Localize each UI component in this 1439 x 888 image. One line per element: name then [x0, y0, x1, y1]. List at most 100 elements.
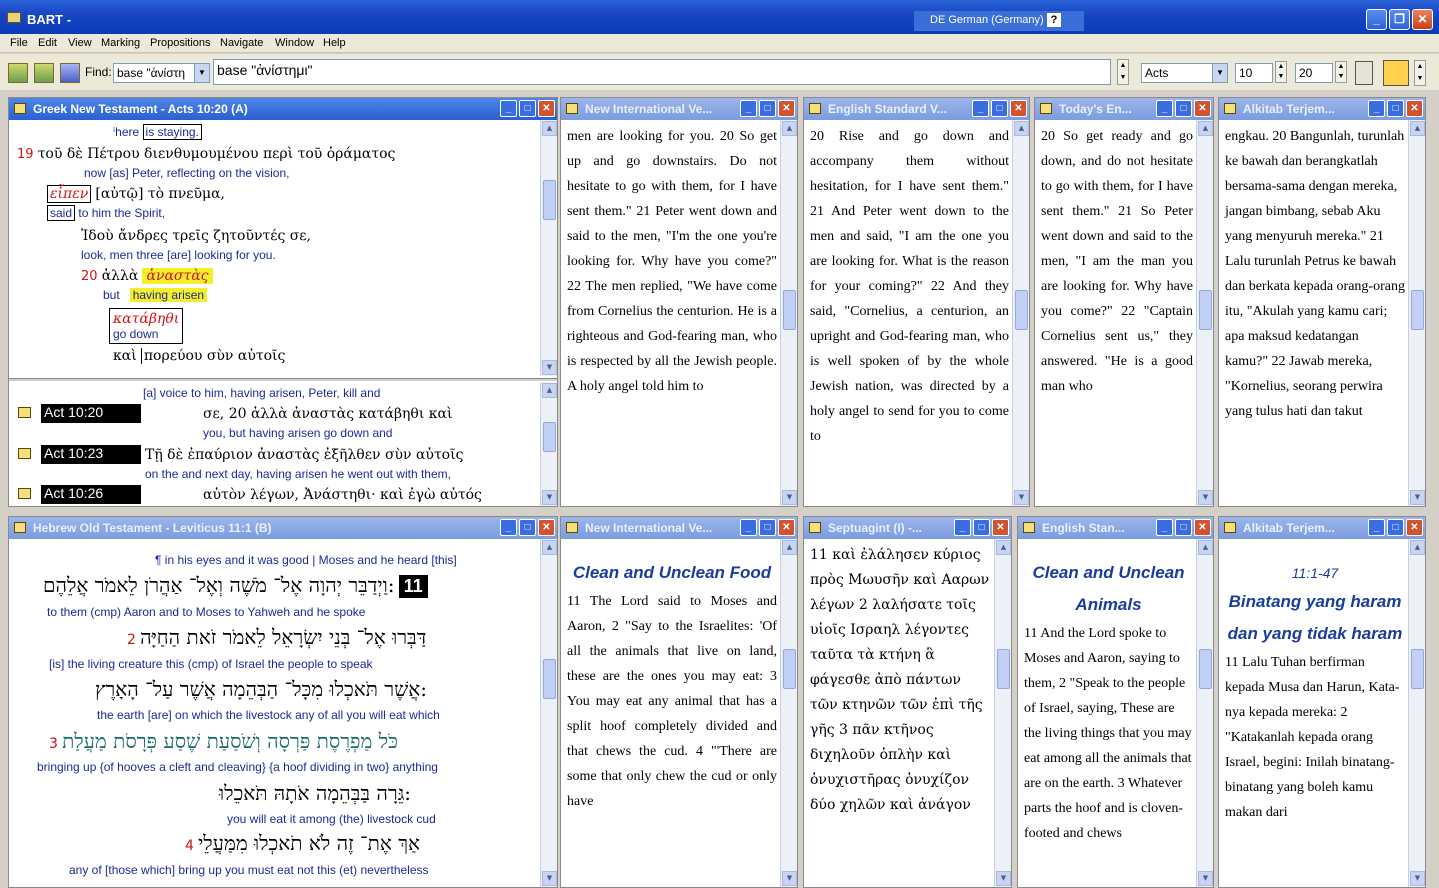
- restore-icon[interactable]: ❐: [1389, 9, 1410, 30]
- close-icon[interactable]: ✕: [778, 519, 795, 536]
- scroll-up-icon[interactable]: ▲: [542, 121, 557, 136]
- verse-input[interactable]: 20: [1295, 63, 1333, 83]
- close-icon[interactable]: ✕: [778, 100, 795, 117]
- help-icon[interactable]: ?: [1047, 13, 1061, 27]
- menu-file[interactable]: File: [10, 37, 28, 49]
- close-icon[interactable]: ✕: [1406, 519, 1423, 536]
- greek-word[interactable]: εἶπεν: [47, 185, 92, 203]
- reference-link[interactable]: Act 10:26: [41, 485, 141, 504]
- scroll-thumb[interactable]: [1015, 290, 1028, 330]
- menu-propositions[interactable]: Propositions: [150, 37, 211, 49]
- maximize-icon[interactable]: □: [759, 100, 776, 117]
- close-icon[interactable]: ✕: [1010, 100, 1027, 117]
- spinner-icon[interactable]: ▲ ▼: [1117, 59, 1129, 85]
- vertical-scrollbar[interactable]: ▲ ▼: [1012, 120, 1029, 506]
- scroll-down-icon[interactable]: ▼: [1410, 490, 1425, 505]
- pane-title-bar[interactable]: New International Ve... _ □ ✕: [561, 517, 797, 539]
- menu-navigate[interactable]: Navigate: [220, 37, 263, 49]
- close-icon[interactable]: ✕: [538, 519, 555, 536]
- scroll-up-icon[interactable]: ▲: [1410, 121, 1425, 136]
- minimize-icon[interactable]: _: [500, 519, 517, 536]
- scroll-thumb[interactable]: [783, 649, 796, 689]
- scroll-down-icon[interactable]: ▼: [996, 871, 1011, 886]
- dropdown-arrow-icon[interactable]: ▼: [194, 64, 209, 82]
- find-input[interactable]: base "ἀνίστημι": [213, 59, 1111, 85]
- highlighted-word[interactable]: ἀναστὰς: [142, 268, 213, 284]
- maximize-icon[interactable]: □: [991, 100, 1008, 117]
- vertical-scrollbar[interactable]: ▲ ▼: [540, 120, 557, 376]
- scroll-thumb[interactable]: [1411, 649, 1424, 689]
- dropdown-arrow-icon[interactable]: ▼: [1212, 64, 1227, 82]
- vertical-scrollbar[interactable]: ▲ ▼: [1196, 120, 1213, 506]
- pane-title-bar[interactable]: Septuagint (I) -... _ □ ✕: [804, 517, 1011, 539]
- scroll-up-icon[interactable]: ▲: [782, 121, 797, 136]
- splitter[interactable]: [9, 378, 557, 381]
- minimize-icon[interactable]: _: [1366, 9, 1387, 30]
- scroll-up-icon[interactable]: ▲: [1410, 540, 1425, 555]
- pane-title-bar[interactable]: Alkitab Terjem... _ □ ✕: [1219, 517, 1425, 539]
- pane-title-bar[interactable]: English Stan... _ □ ✕: [1018, 517, 1213, 539]
- vertical-scrollbar[interactable]: ▲ ▼: [1196, 539, 1213, 887]
- scroll-down-icon[interactable]: ▼: [542, 360, 557, 375]
- vertical-scrollbar[interactable]: ▲ ▼: [994, 539, 1011, 887]
- pane-title-bar[interactable]: Greek New Testament - Acts 10:20 (A) _ □ ✕: [9, 98, 557, 120]
- vertical-scrollbar[interactable]: ▲ ▼: [1408, 539, 1425, 887]
- scroll-thumb[interactable]: [1199, 290, 1212, 330]
- scroll-up-icon[interactable]: ▲: [996, 540, 1011, 555]
- scroll-thumb[interactable]: [543, 180, 556, 220]
- vertical-scrollbar[interactable]: ▲ ▼: [780, 539, 797, 887]
- menu-window[interactable]: Window: [275, 37, 314, 49]
- language-indicator[interactable]: DE German (Germany)?: [914, 11, 1084, 31]
- find-history-combo[interactable]: base "ἀνίστη ▼: [113, 63, 210, 83]
- layout-icon[interactable]: [1383, 60, 1409, 86]
- minimize-icon[interactable]: _: [1368, 100, 1385, 117]
- pane-title-bar[interactable]: English Standard V... _ □ ✕: [804, 98, 1029, 120]
- scroll-down-icon[interactable]: ▼: [1198, 490, 1213, 505]
- maximize-icon[interactable]: □: [759, 519, 776, 536]
- chapter-input[interactable]: 10: [1235, 63, 1273, 83]
- pane-title-bar[interactable]: New International Ve... _ □ ✕: [561, 98, 797, 120]
- scroll-up-icon[interactable]: ▲: [542, 383, 557, 398]
- maximize-icon[interactable]: □: [1175, 519, 1192, 536]
- vertical-scrollbar[interactable]: ▲ ▼: [540, 382, 557, 506]
- minimize-icon[interactable]: _: [954, 519, 971, 536]
- scroll-down-icon[interactable]: ▼: [542, 490, 557, 505]
- reference-link[interactable]: Act 10:20: [41, 404, 141, 423]
- sync-icon[interactable]: [1355, 61, 1373, 85]
- minimize-icon[interactable]: _: [740, 100, 757, 117]
- greek-box-katabethi[interactable]: κατάβηθι go down: [109, 308, 184, 344]
- marking-tool-icon[interactable]: [34, 63, 54, 83]
- scroll-up-icon[interactable]: ▲: [1014, 121, 1029, 136]
- minimize-icon[interactable]: _: [740, 519, 757, 536]
- chapter-spinner-icon[interactable]: ▲ ▼: [1275, 61, 1287, 83]
- scroll-up-icon[interactable]: ▲: [1198, 121, 1213, 136]
- scroll-down-icon[interactable]: ▼: [1198, 871, 1213, 886]
- minimize-icon[interactable]: _: [972, 100, 989, 117]
- vertical-scrollbar[interactable]: ▲ ▼: [540, 539, 557, 887]
- scroll-down-icon[interactable]: ▼: [782, 490, 797, 505]
- scroll-down-icon[interactable]: ▼: [1014, 490, 1029, 505]
- scroll-up-icon[interactable]: ▲: [782, 540, 797, 555]
- scroll-thumb[interactable]: [543, 659, 556, 699]
- maximize-icon[interactable]: □: [1175, 100, 1192, 117]
- scroll-up-icon[interactable]: ▲: [542, 540, 557, 555]
- reference-link[interactable]: Act 10:23: [41, 445, 141, 464]
- minimize-icon[interactable]: _: [500, 100, 517, 117]
- scroll-down-icon[interactable]: ▼: [1410, 871, 1425, 886]
- menu-edit[interactable]: Edit: [38, 37, 57, 49]
- pane-title-bar[interactable]: Alkitab Terjem... _ □ ✕: [1219, 98, 1425, 120]
- maximize-icon[interactable]: □: [519, 519, 536, 536]
- maximize-icon[interactable]: □: [973, 519, 990, 536]
- menu-view[interactable]: View: [68, 37, 92, 49]
- scroll-down-icon[interactable]: ▼: [782, 871, 797, 886]
- scroll-thumb[interactable]: [783, 290, 796, 330]
- close-icon[interactable]: ✕: [1412, 9, 1433, 30]
- close-icon[interactable]: ✕: [992, 519, 1009, 536]
- verse-spinner-icon[interactable]: ▲ ▼: [1335, 61, 1347, 83]
- menu-help[interactable]: Help: [323, 37, 346, 49]
- minimize-icon[interactable]: _: [1156, 519, 1173, 536]
- marking-tool-icon[interactable]: [8, 63, 28, 83]
- maximize-icon[interactable]: □: [1387, 100, 1404, 117]
- close-icon[interactable]: ✕: [1194, 519, 1211, 536]
- scroll-thumb[interactable]: [997, 649, 1010, 689]
